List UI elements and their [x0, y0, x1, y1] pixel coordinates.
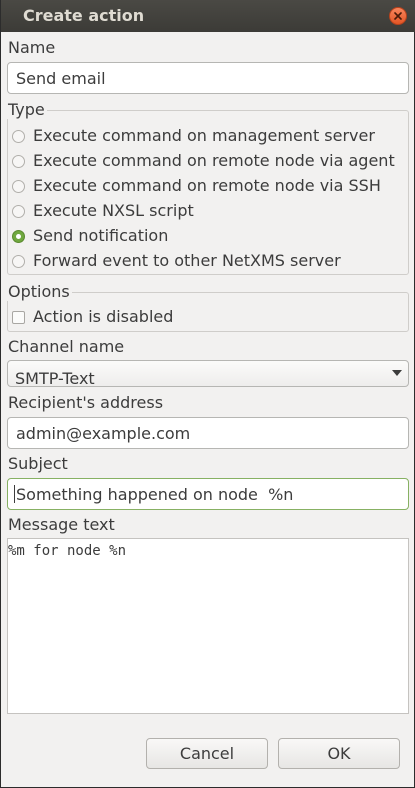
subject-value: Something happened on node %n: [16, 485, 294, 504]
radio-label: Execute command on remote node via agent: [33, 151, 395, 170]
name-value: Send email: [16, 69, 106, 88]
recipient-value: admin@example.com: [16, 424, 191, 443]
radio-label: Send notification: [33, 226, 169, 245]
recipient-field[interactable]: admin@example.com: [7, 417, 409, 449]
message-textarea[interactable]: %m for node %n: [7, 538, 409, 714]
type-label: Type: [7, 100, 47, 119]
message-label: Message text: [8, 515, 115, 534]
radio-button[interactable]: [12, 205, 25, 218]
message-value: %m for node %n: [8, 543, 127, 559]
title-bar[interactable]: Create action: [1, 0, 415, 32]
close-button[interactable]: [389, 7, 407, 25]
channel-label: Channel name: [8, 337, 125, 356]
name-label: Name: [8, 38, 56, 57]
channel-value: SMTP-Text: [15, 369, 95, 387]
radio-label: Execute command on management server: [33, 126, 375, 145]
text-cursor: [14, 485, 15, 503]
radio-button-selected[interactable]: [12, 230, 25, 243]
radio-button[interactable]: [12, 155, 25, 168]
recipient-label: Recipient's address: [8, 393, 164, 412]
radio-button[interactable]: [12, 130, 25, 143]
action-disabled-checkbox[interactable]: [12, 311, 25, 324]
radio-label: Execute NXSL script: [33, 201, 194, 220]
subject-label: Subject: [8, 454, 68, 473]
window-title: Create action: [23, 6, 145, 25]
action-disabled-label: Action is disabled: [33, 307, 174, 326]
create-action-dialog: Create action Name Send email Type Execu…: [0, 0, 415, 788]
radio-label: Forward event to other NetXMS server: [33, 251, 341, 270]
radio-button[interactable]: [12, 255, 25, 268]
options-label: Options: [7, 282, 72, 301]
close-icon: [394, 12, 402, 20]
subject-field[interactable]: Something happened on node %n: [7, 478, 409, 510]
cancel-button[interactable]: Cancel: [146, 738, 268, 769]
radio-label: Execute command on remote node via SSH: [33, 176, 381, 195]
name-field[interactable]: Send email: [7, 62, 409, 94]
ok-button[interactable]: OK: [278, 738, 400, 769]
channel-select[interactable]: SMTP-Text: [7, 360, 409, 387]
chevron-down-icon: [392, 370, 402, 376]
radio-button[interactable]: [12, 180, 25, 193]
